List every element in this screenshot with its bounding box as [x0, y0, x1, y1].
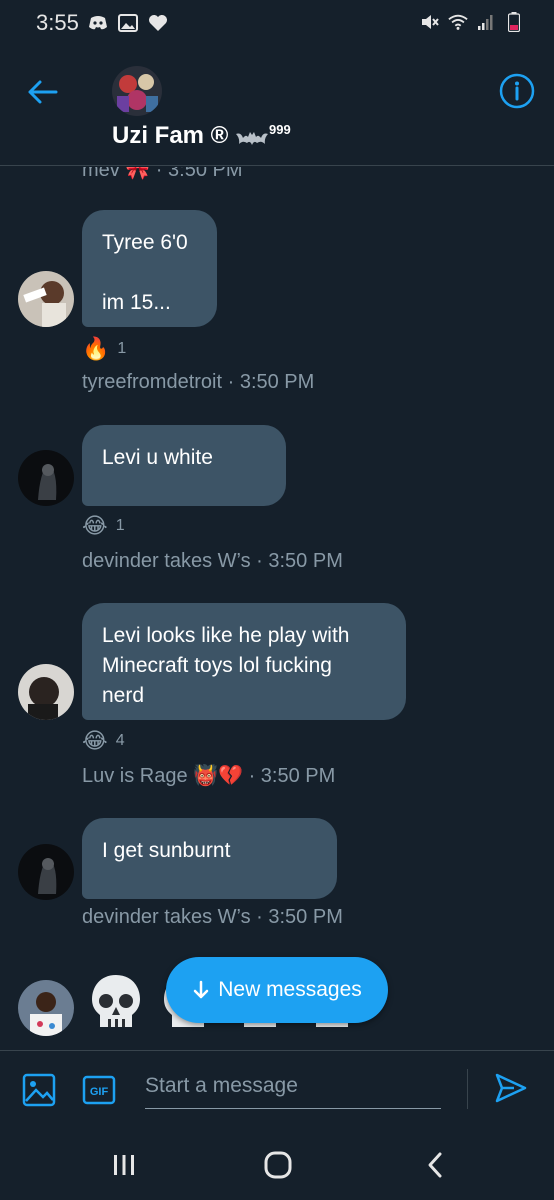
home-button[interactable] — [260, 1148, 296, 1182]
message-input[interactable] — [145, 1063, 441, 1109]
new-messages-label: New messages — [218, 978, 362, 1001]
message-text: Levi u white — [102, 446, 213, 469]
composer-divider — [467, 1069, 468, 1109]
back-button[interactable] — [22, 76, 62, 108]
bat-emoji-icon — [236, 131, 269, 145]
media-button[interactable] — [22, 1073, 56, 1107]
sender-avatar[interactable] — [18, 271, 74, 327]
discord-icon — [88, 13, 108, 33]
group-avatar[interactable] — [112, 66, 162, 116]
message-bubble[interactable]: Levi u white — [82, 425, 286, 506]
sender-avatar[interactable] — [18, 844, 74, 900]
image-icon — [22, 1073, 56, 1107]
back-nav-button[interactable] — [418, 1148, 454, 1182]
sender-avatar[interactable] — [18, 450, 74, 506]
reaction[interactable]: 😂 1 — [82, 513, 125, 539]
fire-emoji: 🔥 — [82, 336, 110, 361]
info-button[interactable] — [498, 72, 536, 110]
laughing-emoji: 😂 — [82, 728, 108, 753]
sender-avatar[interactable] — [18, 664, 74, 720]
message-text: Tyree 6'0 — [102, 231, 188, 254]
send-button[interactable] — [494, 1071, 528, 1105]
conversation-header: Uzi Fam ® 999 — [0, 48, 554, 166]
status-time: 3:55 — [36, 10, 79, 35]
message-text: im 15... — [102, 291, 171, 314]
title-suffix: 999 — [269, 122, 291, 137]
message-bubble[interactable]: I get sunburnt — [82, 818, 337, 899]
system-navigation-bar — [0, 1130, 554, 1200]
message-meta: devinder takes W’s · 3:50 PM — [82, 550, 343, 572]
message-text: Levi looks like he play with — [102, 624, 350, 647]
message-meta: devinder takes W’s · 3:50 PM — [82, 906, 343, 928]
message-text: Minecraft toys lol fucking — [102, 654, 332, 677]
recent-apps-button[interactable] — [106, 1148, 142, 1182]
message-meta: Luv is Rage 👹💔 · 3:50 PM — [82, 763, 335, 788]
heart-icon — [148, 13, 168, 33]
skull-emoji-icon — [92, 975, 140, 1027]
message-meta: mev 🎀 · 3:50 PM — [82, 167, 243, 181]
signal-icon — [476, 12, 496, 32]
info-icon — [499, 73, 535, 109]
gif-label: GIF — [90, 1086, 109, 1098]
arrow-left-icon — [28, 80, 58, 104]
message-text: I get sunburnt — [102, 839, 231, 862]
message-meta: tyreefromdetroit · 3:50 PM — [82, 371, 315, 393]
reaction[interactable]: 🔥 1 — [82, 336, 126, 362]
message-list[interactable]: mev 🎀 · 3:50 PM Tyree 6'0 im 15... 🔥 1 t… — [0, 167, 554, 1050]
chevron-left-icon — [428, 1152, 442, 1178]
sender-name-emoji: 👹💔 — [193, 765, 243, 787]
group-title[interactable]: Uzi Fam ® 999 — [112, 122, 291, 150]
reaction-count: 4 — [115, 732, 125, 749]
status-bar: 3:55 — [0, 0, 554, 48]
message-text: nerd — [102, 684, 145, 707]
reaction-count: 1 — [115, 517, 125, 534]
arrow-down-icon — [193, 980, 209, 999]
sender-name: Luv is Rage — [82, 765, 188, 787]
send-icon — [495, 1073, 527, 1103]
message-bubble[interactable]: Levi looks like he play with Minecraft t… — [82, 603, 406, 720]
gif-icon: GIF — [82, 1075, 116, 1105]
message-composer: GIF — [0, 1050, 554, 1130]
recent-apps-icon — [114, 1155, 134, 1175]
message-bubble[interactable]: Tyree 6'0 im 15... — [82, 210, 217, 327]
new-messages-button[interactable]: New messages — [166, 957, 388, 1023]
reaction[interactable]: 😂 4 — [82, 728, 125, 754]
reaction-count: 1 — [117, 340, 127, 357]
battery-icon — [504, 12, 524, 32]
mute-icon — [420, 12, 440, 32]
wifi-icon — [448, 12, 468, 32]
gif-button[interactable]: GIF — [82, 1073, 116, 1107]
image-icon — [118, 13, 138, 33]
sender-avatar[interactable] — [18, 980, 74, 1036]
laughing-emoji: 😂 — [82, 513, 108, 538]
home-icon — [264, 1151, 292, 1179]
message-time: · 3:50 PM — [248, 765, 336, 787]
